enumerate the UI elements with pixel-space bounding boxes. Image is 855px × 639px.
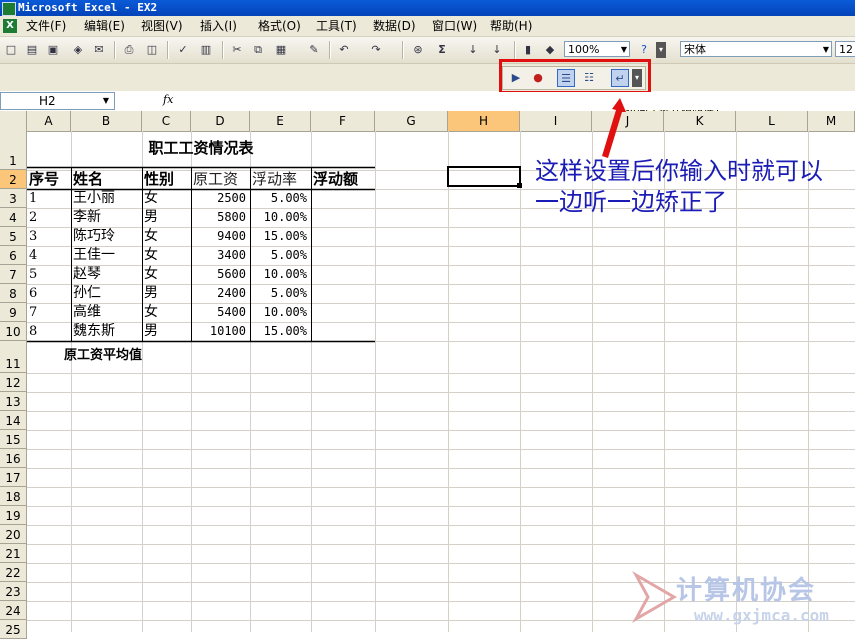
sheet-title[interactable]: 职工工资情况表 bbox=[27, 139, 375, 158]
table-cell[interactable]: 赵琴 bbox=[73, 265, 138, 284]
table-cell[interactable]: 5600 bbox=[193, 265, 246, 284]
header-cell[interactable]: 原工资 bbox=[193, 170, 248, 189]
table-cell[interactable]: 孙仁 bbox=[73, 284, 138, 303]
table-cell[interactable]: 15.00% bbox=[252, 322, 307, 341]
table-cell[interactable]: 高维 bbox=[73, 303, 138, 322]
table-cell[interactable]: 10.00% bbox=[252, 265, 307, 284]
table-cell[interactable]: 女 bbox=[144, 265, 187, 284]
table-cell[interactable]: 女 bbox=[144, 189, 187, 208]
watermark-text: 计算机协会 bbox=[676, 576, 817, 606]
table-cell[interactable]: 女 bbox=[144, 227, 187, 246]
average-label[interactable]: 原工资平均值 bbox=[64, 346, 142, 365]
table-cell[interactable]: 5 bbox=[29, 265, 67, 284]
table-cell[interactable]: 王佳一 bbox=[73, 246, 138, 265]
table-cell[interactable]: 男 bbox=[144, 322, 187, 341]
red-arrow bbox=[602, 98, 626, 158]
active-cell-h2[interactable] bbox=[447, 166, 521, 187]
table-cell[interactable]: 10.00% bbox=[252, 208, 307, 227]
table-cell[interactable]: 5400 bbox=[193, 303, 246, 322]
watermark-url: www.gxjmca.com bbox=[694, 606, 829, 625]
table-cell[interactable]: 6 bbox=[29, 284, 67, 303]
fill-handle[interactable] bbox=[517, 183, 522, 188]
table-cell[interactable]: 9400 bbox=[193, 227, 246, 246]
table-cell[interactable]: 5.00% bbox=[252, 246, 307, 265]
table-cell[interactable]: 男 bbox=[144, 284, 187, 303]
table-cell[interactable]: 陈巧玲 bbox=[73, 227, 138, 246]
table-cell[interactable]: 男 bbox=[144, 208, 187, 227]
table-cell[interactable]: 女 bbox=[144, 246, 187, 265]
table-cell[interactable]: 4 bbox=[29, 246, 67, 265]
watermark-logo bbox=[632, 571, 677, 623]
table-cell[interactable]: 2500 bbox=[193, 189, 246, 208]
table-cell[interactable]: 王小丽 bbox=[73, 189, 138, 208]
header-cell[interactable]: 姓名 bbox=[73, 170, 140, 189]
table-cell[interactable]: 5.00% bbox=[252, 284, 307, 303]
table-cell[interactable]: 2 bbox=[29, 208, 67, 227]
table-cell[interactable]: 8 bbox=[29, 322, 67, 341]
table-cell[interactable]: 1 bbox=[29, 189, 67, 208]
table-cell[interactable]: 10100 bbox=[193, 322, 246, 341]
table-cell[interactable]: 李新 bbox=[73, 208, 138, 227]
table-cell[interactable]: 女 bbox=[144, 303, 187, 322]
header-cell[interactable]: 性别 bbox=[144, 170, 189, 189]
table-cell[interactable]: 3 bbox=[29, 227, 67, 246]
table-cell[interactable]: 15.00% bbox=[252, 227, 307, 246]
table-cell[interactable]: 3400 bbox=[193, 246, 246, 265]
header-cell[interactable]: 序号 bbox=[29, 170, 69, 189]
header-cell[interactable]: 浮动率 bbox=[252, 170, 309, 189]
table-cell[interactable]: 5.00% bbox=[252, 189, 307, 208]
header-cell[interactable]: 浮动额 bbox=[313, 170, 373, 189]
table-cell[interactable]: 魏东斯 bbox=[73, 322, 138, 341]
table-cell[interactable]: 7 bbox=[29, 303, 67, 322]
table-cell[interactable]: 2400 bbox=[193, 284, 246, 303]
table-cell[interactable]: 5800 bbox=[193, 208, 246, 227]
annotation-text: 这样设置后你输入时就可以一边听一边矫正了 bbox=[535, 157, 823, 216]
table-cell[interactable]: 10.00% bbox=[252, 303, 307, 322]
